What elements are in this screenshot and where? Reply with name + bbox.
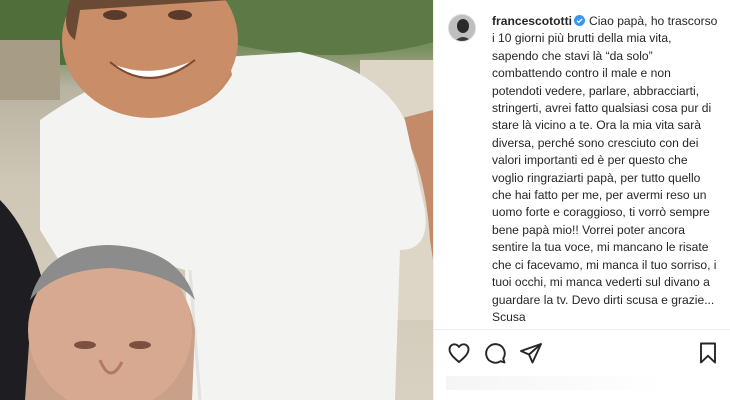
post-sidebar: francescototti Ciao papà, ho trascorso i …	[433, 0, 730, 400]
avatar-image	[449, 15, 475, 41]
comment-button[interactable]	[482, 340, 508, 366]
caption-text: Ciao papà, ho trascorso i 10 giorni più …	[492, 14, 718, 324]
like-button[interactable]	[446, 340, 472, 366]
username-link[interactable]: francescototti	[492, 14, 572, 28]
verified-badge-icon	[573, 15, 585, 26]
bookmark-icon	[700, 342, 716, 364]
likes-placeholder	[446, 376, 666, 390]
action-bar	[446, 340, 721, 366]
heart-icon	[448, 343, 470, 363]
post-photo	[0, 0, 433, 400]
save-button[interactable]	[695, 340, 721, 366]
avatar[interactable]	[448, 14, 476, 42]
share-button[interactable]	[518, 340, 544, 366]
post-caption: francescototti Ciao papà, ho trascorso i …	[492, 13, 720, 326]
divider	[434, 329, 730, 330]
photo-illustration	[0, 0, 433, 400]
comment-icon	[485, 343, 506, 364]
paper-plane-icon	[520, 343, 542, 364]
